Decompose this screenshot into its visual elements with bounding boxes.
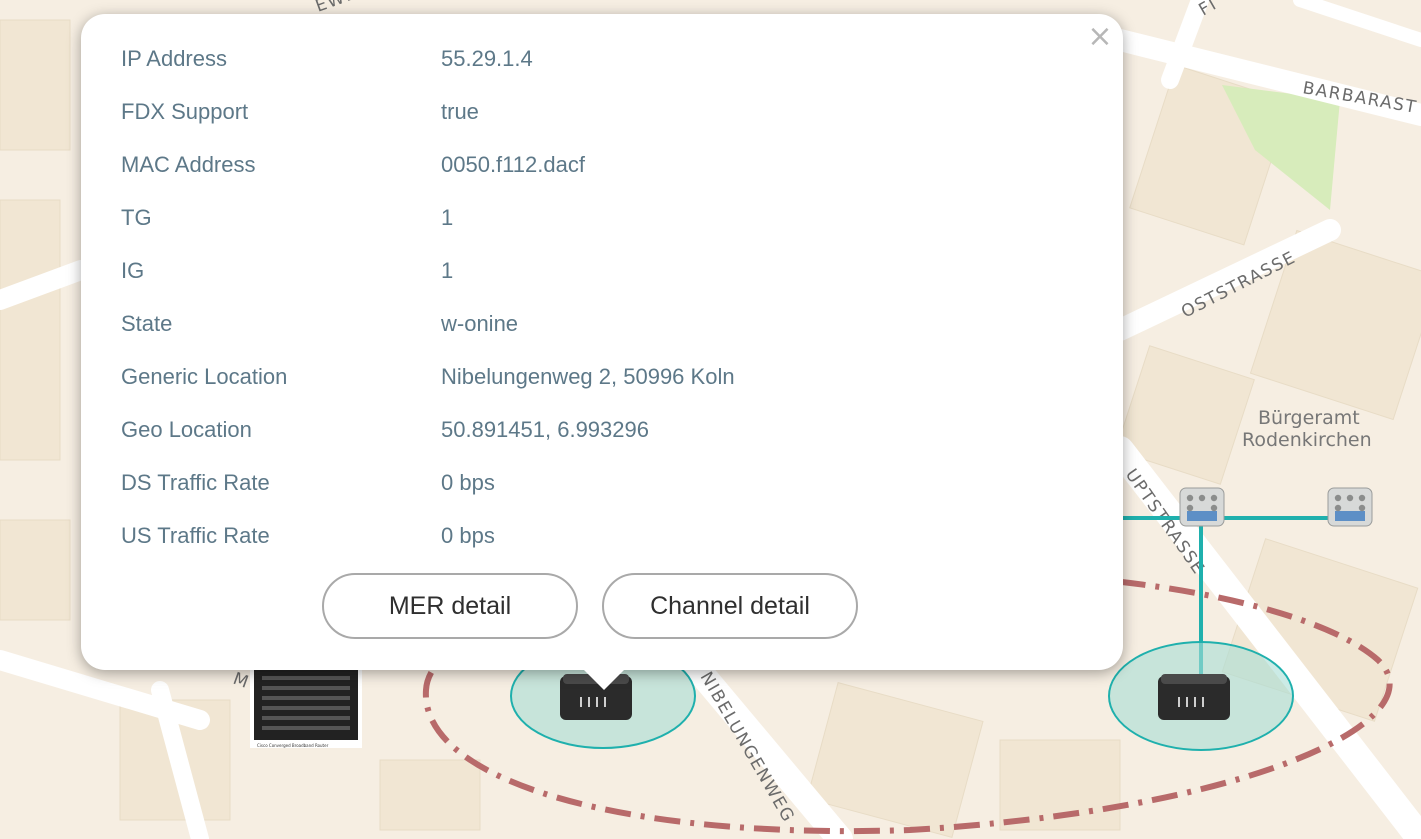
info-value: 0 bps [441,523,495,549]
info-label: DS Traffic Rate [121,470,270,496]
info-label: FDX Support [121,99,248,125]
info-value: w-onine [441,311,518,337]
close-icon[interactable]: × [1087,22,1113,52]
channel-detail-button[interactable]: Channel detail [602,573,858,639]
info-label: MAC Address [121,152,256,178]
device-detail-popup: × IP Address 55.29.1.4 FDX Support true … [81,14,1123,670]
popup-pointer [582,668,626,690]
info-value: 55.29.1.4 [441,46,533,72]
info-value: true [441,99,479,125]
poi-label-line1: Bürgeramt [1258,407,1360,429]
ccap-router-icon[interactable]: Cisco Converged Broadband Router [250,668,362,748]
mer-detail-button[interactable]: MER detail [322,573,578,639]
cable-modem-icon[interactable] [1158,674,1230,720]
street-label-fragment-left: M [230,669,252,693]
info-label: Generic Location [121,364,287,390]
info-label: US Traffic Rate [121,523,270,549]
router-caption: Cisco Converged Broadband Router [257,743,329,748]
tap-icon[interactable] [1328,488,1372,526]
info-label: State [121,311,172,337]
info-label: IG [121,258,144,284]
poi-label-line2: Rodenkirchen [1242,429,1372,451]
info-value: 0 bps [441,470,495,496]
info-label: TG [121,205,152,231]
info-value: 1 [441,258,453,284]
info-label: Geo Location [121,417,252,443]
street-label-nibelungenweg: NIBELUNGENWEG [696,669,799,827]
info-value: 50.891451, 6.993296 [441,417,649,443]
info-value: 1 [441,205,453,231]
info-label: IP Address [121,46,227,72]
tap-icon[interactable] [1180,488,1224,526]
info-value: 0050.f112.dacf [441,152,585,178]
info-value: Nibelungenweg 2, 50996 Koln [441,364,735,390]
